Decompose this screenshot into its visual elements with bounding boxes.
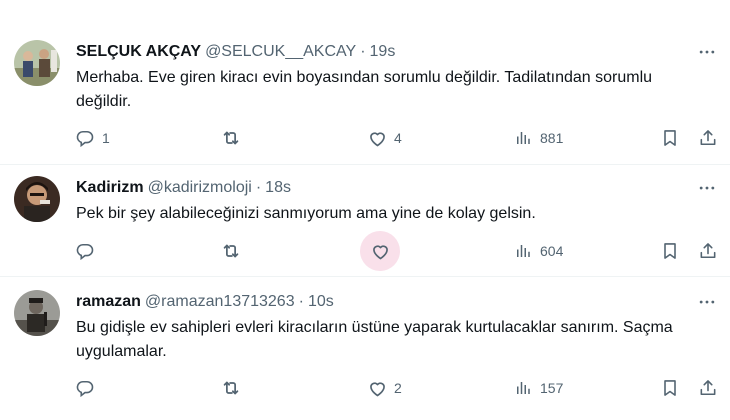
- avatar[interactable]: [14, 176, 60, 222]
- more-button[interactable]: [696, 177, 718, 199]
- retweet-button[interactable]: [214, 371, 248, 405]
- display-name[interactable]: SELÇUK AKÇAY: [76, 43, 201, 61]
- heart-icon: [367, 378, 388, 399]
- tweet[interactable]: Kadirizm @kadirizmoloji · 18s Pek bir şe…: [0, 164, 730, 276]
- share-button[interactable]: [691, 371, 725, 405]
- reply-button[interactable]: [68, 371, 102, 405]
- heart-icon: [367, 128, 388, 149]
- views-button[interactable]: 881: [506, 121, 563, 155]
- retweet-icon: [220, 240, 242, 262]
- views-icon: [514, 379, 532, 397]
- display-name[interactable]: Kadirizm: [76, 179, 144, 197]
- more-button[interactable]: [696, 41, 718, 63]
- share-button[interactable]: [691, 234, 725, 268]
- more-button[interactable]: [696, 291, 718, 313]
- view-count: 881: [540, 130, 564, 146]
- more-icon: [697, 292, 717, 312]
- separator-dot: ·: [360, 43, 366, 60]
- share-icon: [698, 378, 718, 398]
- reply-icon: [75, 128, 95, 148]
- timestamp[interactable]: 10s: [308, 293, 334, 311]
- timestamp[interactable]: 19s: [370, 43, 396, 61]
- tweet[interactable]: SELÇUK AKÇAY @SELCUK__AKCAY · 19s Merhab…: [0, 0, 730, 164]
- views-button[interactable]: 157: [506, 371, 563, 405]
- tweet[interactable]: ramazan @ramazan13713263 · 10s Bu gidişl…: [0, 276, 730, 420]
- views-button[interactable]: 604: [506, 234, 563, 268]
- reply-icon: [75, 378, 95, 398]
- reply-icon: [75, 241, 95, 261]
- retweet-button[interactable]: [214, 234, 248, 268]
- separator-dot: ·: [298, 293, 304, 310]
- more-icon: [697, 178, 717, 198]
- bookmark-button[interactable]: [653, 371, 687, 405]
- like-button[interactable]: [360, 231, 400, 271]
- action-bar: 604: [0, 231, 730, 271]
- bookmark-icon: [660, 241, 680, 261]
- views-icon: [514, 129, 532, 147]
- reply-button[interactable]: 1: [68, 121, 110, 155]
- bookmark-button[interactable]: [653, 234, 687, 268]
- bookmark-button[interactable]: [653, 121, 687, 155]
- share-button[interactable]: [691, 121, 725, 155]
- like-count: 2: [394, 380, 402, 396]
- action-bar: 1 4 881: [0, 121, 730, 155]
- share-icon: [698, 128, 718, 148]
- user-handle[interactable]: @kadirizmoloji: [148, 179, 252, 197]
- share-icon: [698, 241, 718, 261]
- tweet-header: ramazan @ramazan13713263 · 10s: [76, 291, 334, 313]
- view-count: 157: [540, 380, 564, 396]
- separator-dot: ·: [255, 179, 262, 196]
- user-handle[interactable]: @ramazan13713263: [145, 293, 295, 311]
- like-count: 4: [394, 130, 402, 146]
- avatar[interactable]: [14, 290, 60, 336]
- like-button[interactable]: 2: [360, 371, 402, 405]
- action-bar: 2 157: [0, 371, 730, 405]
- user-handle[interactable]: @SELCUK__AKCAY: [205, 43, 356, 61]
- bookmark-icon: [660, 378, 680, 398]
- view-count: 604: [540, 243, 564, 259]
- retweet-icon: [220, 377, 242, 399]
- more-icon: [697, 42, 717, 62]
- heart-icon: [370, 241, 391, 262]
- retweet-icon: [220, 127, 242, 149]
- bookmark-icon: [660, 128, 680, 148]
- timestamp[interactable]: 18s: [265, 179, 291, 197]
- retweet-button[interactable]: [214, 121, 248, 155]
- tweet-text: Merhaba. Eve giren kiracı evin boyasında…: [76, 69, 653, 110]
- views-icon: [514, 242, 532, 260]
- avatar[interactable]: [14, 40, 60, 86]
- reply-button[interactable]: [68, 234, 102, 268]
- display-name[interactable]: ramazan: [76, 293, 141, 311]
- tweet-text: Bu gidişle ev sahipleri evleri kiracılar…: [76, 319, 673, 360]
- like-button[interactable]: 4: [360, 121, 402, 155]
- tweet-header: Kadirizm @kadirizmoloji · 18s: [76, 177, 291, 199]
- tweet-header: SELÇUK AKÇAY @SELCUK__AKCAY · 19s: [76, 41, 395, 63]
- tweet-text: Pek bir şey alabileceğinizi sanmıyorum a…: [76, 205, 536, 222]
- reply-count: 1: [102, 130, 110, 146]
